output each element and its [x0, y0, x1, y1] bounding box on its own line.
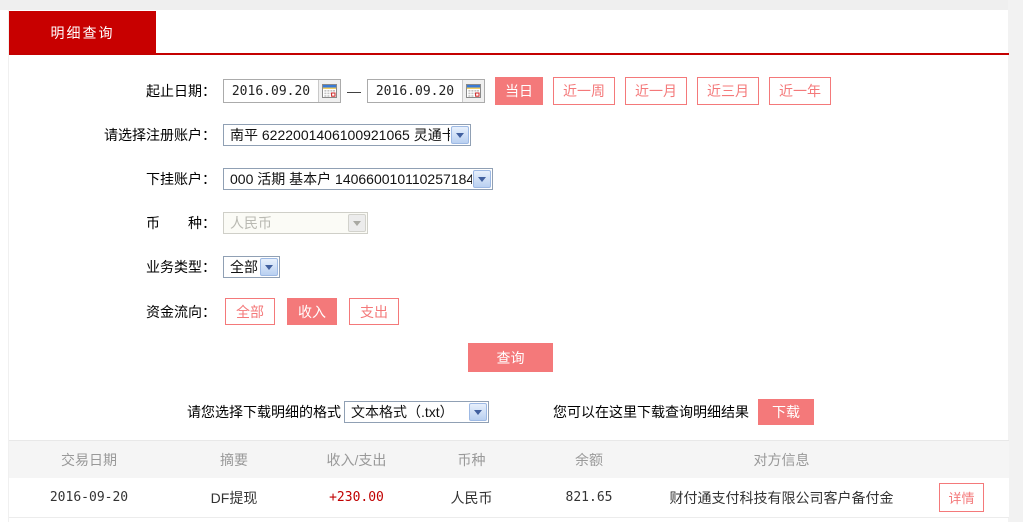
business-type-value: 全部 — [230, 259, 258, 275]
currency-label: 币 种： — [146, 215, 216, 231]
fund-flow-income-button[interactable]: 收入 — [287, 298, 337, 325]
business-type-row: 业务类型： 全部 — [9, 256, 1009, 278]
business-type-select[interactable]: 全部 — [223, 256, 280, 278]
table-header-row: 交易日期 摘要 收入/支出 币种 余额 对方信息 — [9, 440, 1009, 478]
register-account-label: 请选择注册账户： — [104, 127, 216, 143]
fund-flow-label: 资金流向： — [146, 303, 216, 320]
quick-range-3months-button[interactable]: 近三月 — [697, 77, 759, 105]
query-button[interactable]: 查询 — [468, 343, 553, 372]
fund-flow-expense-button[interactable]: 支出 — [349, 298, 399, 325]
cell-balance: 821.65 — [565, 490, 613, 505]
header-income-expense: 收入/支出 — [326, 451, 387, 468]
chevron-down-icon — [469, 403, 487, 421]
chevron-down-icon — [473, 170, 491, 188]
quick-range-month-button[interactable]: 近一月 — [625, 77, 687, 105]
calendar-icon — [466, 84, 481, 98]
currency-select: 人民币 — [223, 212, 368, 234]
header-balance: 余额 — [575, 451, 603, 468]
header-trade-date: 交易日期 — [61, 451, 117, 468]
sub-account-value: 000 活期 基本户 1406600101102571848 — [230, 171, 472, 187]
quick-range-week-button[interactable]: 近一周 — [553, 77, 615, 105]
start-date-field[interactable]: 2016.09.20 — [223, 79, 341, 103]
register-account-select[interactable]: 南平 6222001406100921065 灵通卡 — [223, 124, 471, 146]
chevron-down-icon — [451, 126, 469, 144]
detail-button[interactable]: 详情 — [939, 483, 984, 512]
page-right-margin — [1008, 0, 1023, 522]
tab-underline — [9, 53, 1009, 55]
detail-query-page: 明细查询 起止日期： 2016.09.20 — 2016.09.20 当日 近一… — [0, 0, 1023, 522]
cell-summary: DF提现 — [210, 489, 258, 506]
tab-detail-query[interactable]: 明细查询 — [9, 11, 156, 54]
download-hint-text: 您可以在这里下载查询明细结果 — [553, 404, 749, 420]
chevron-down-icon — [348, 214, 366, 232]
download-row: 请您选择下载明细的格式 文本格式（.txt） 您可以在这里下载查询明细结果 下载 — [9, 399, 1009, 425]
header-summary: 摘要 — [220, 451, 248, 468]
table-row: 2016-09-20 DF提现 +230.00 人民币 821.65 财付通支付… — [9, 478, 1009, 518]
sub-account-label: 下挂账户： — [146, 171, 216, 187]
cell-amount: +230.00 — [329, 490, 384, 505]
start-date-calendar-button[interactable] — [318, 80, 340, 102]
end-date-field[interactable]: 2016.09.20 — [367, 79, 485, 103]
quick-range-today-button[interactable]: 当日 — [495, 77, 543, 105]
register-account-value: 南平 6222001406100921065 灵通卡 — [230, 127, 450, 143]
cell-currency: 人民币 — [450, 489, 493, 506]
header-counterparty: 对方信息 — [753, 451, 810, 468]
currency-value: 人民币 — [230, 215, 272, 231]
cell-trade-date: 2016-09-20 — [49, 490, 129, 505]
page-top-margin — [0, 0, 1023, 10]
download-format-label: 请您选择下载明细的格式 — [187, 404, 341, 420]
start-date-value[interactable]: 2016.09.20 — [224, 80, 318, 102]
sub-account-row: 下挂账户： 000 活期 基本户 1406600101102571848 — [9, 168, 1009, 190]
quick-range-year-button[interactable]: 近一年 — [769, 77, 831, 105]
end-date-calendar-button[interactable] — [462, 80, 484, 102]
date-range-row: 起止日期： 2016.09.20 — 2016.09.20 当日 近一周 近一月… — [9, 77, 1009, 105]
business-type-label: 业务类型： — [146, 259, 216, 275]
content-panel: 明细查询 起止日期： 2016.09.20 — 2016.09.20 当日 近一… — [8, 10, 1009, 522]
date-range-label: 起止日期： — [146, 83, 216, 99]
download-format-select[interactable]: 文本格式（.txt） — [344, 401, 489, 423]
date-range-separator: — — [347, 83, 361, 99]
sub-account-select[interactable]: 000 活期 基本户 1406600101102571848 — [223, 168, 493, 190]
currency-row: 币 种： 人民币 — [9, 212, 1009, 234]
chevron-down-icon — [260, 258, 278, 276]
results-table: 交易日期 摘要 收入/支出 币种 余额 对方信息 2016-09-20 DF提现… — [9, 440, 1009, 518]
end-date-value[interactable]: 2016.09.20 — [368, 80, 462, 102]
cell-counterparty: 财付通支付科技有限公司客户备付金 — [669, 489, 894, 506]
tab-label: 明细查询 — [50, 24, 115, 41]
register-account-row: 请选择注册账户： 南平 6222001406100921065 灵通卡 — [9, 124, 1009, 146]
header-currency: 币种 — [457, 451, 486, 468]
fund-flow-row: 资金流向： 全部 收入 支出 — [9, 298, 1009, 325]
fund-flow-all-button[interactable]: 全部 — [225, 298, 275, 325]
download-button[interactable]: 下载 — [758, 399, 814, 425]
download-format-value: 文本格式（.txt） — [351, 404, 454, 420]
calendar-icon — [322, 84, 337, 98]
